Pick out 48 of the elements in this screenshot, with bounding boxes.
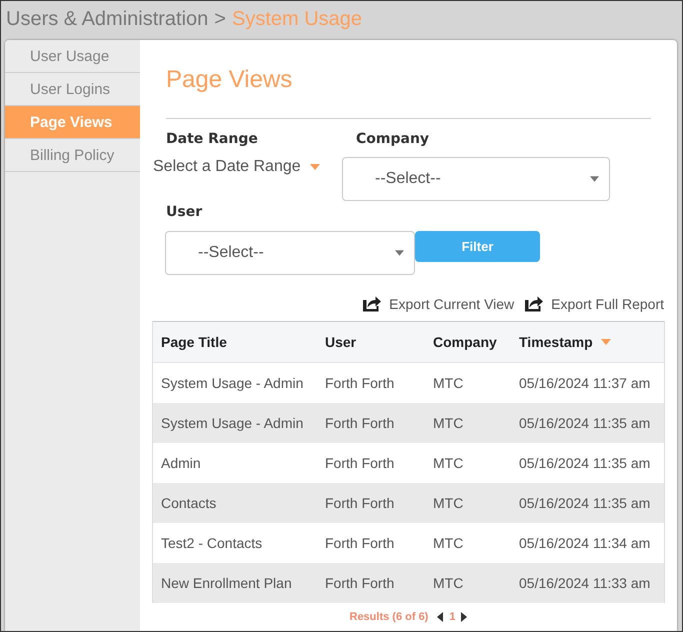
- page-heading: Page Views: [166, 65, 294, 95]
- table-cell-text: Forth Forth: [324, 495, 394, 511]
- table-cell-text: 05/16/2024 11:37 am: [518, 375, 650, 391]
- table-cell-text: New Enrollment Plan: [160, 575, 292, 591]
- column-header[interactable]: Page Title: [153, 334, 227, 350]
- table-cell-text: Forth Forth: [324, 575, 394, 591]
- column-header[interactable]: User: [317, 334, 356, 350]
- table-cell-text: Test2 - Contacts: [160, 535, 262, 551]
- column-header[interactable]: Company: [425, 334, 497, 350]
- table-cell-text: MTC: [432, 375, 464, 391]
- caret-icon: [395, 250, 404, 256]
- export-link[interactable]: Export Full Report: [525, 296, 664, 312]
- breadcrumb-separator: >: [214, 6, 226, 30]
- table-cell-text: 05/16/2024 11:35 am: [518, 415, 650, 431]
- table-cell-text: System Usage - Admin: [160, 415, 304, 431]
- table-cell-text: Contacts: [160, 495, 216, 511]
- table-cell-text: MTC: [432, 535, 464, 551]
- user-select[interactable]: --Select--: [165, 231, 415, 275]
- column-header[interactable]: Timestamp: [511, 334, 611, 350]
- table-cell-text: Forth Forth: [324, 375, 394, 391]
- sort-caret-icon: [600, 339, 611, 345]
- table-cell-text: MTC: [432, 455, 464, 471]
- table-cell-text: MTC: [432, 495, 464, 511]
- previous-page-icon[interactable]: [437, 612, 444, 622]
- table-cell-text: System Usage - Admin: [160, 375, 304, 391]
- next-page-icon[interactable]: [461, 612, 468, 622]
- filter-label: User: [166, 203, 204, 221]
- export-icon: [525, 296, 544, 312]
- table-cell-text: Forth Forth: [324, 535, 394, 551]
- breadcrumb-current: System Usage: [232, 6, 362, 30]
- table-cell-text: MTC: [432, 575, 464, 591]
- table-cell-text: 05/16/2024 11:35 am: [518, 455, 650, 471]
- caret-icon: [590, 176, 599, 182]
- table-cell-text: 05/16/2024 11:34 am: [518, 535, 650, 551]
- table-cell-text: Forth Forth: [324, 455, 394, 471]
- table-cell-text: MTC: [432, 415, 464, 431]
- company-select[interactable]: --Select--: [342, 157, 610, 201]
- date-range-dropdown[interactable]: Select a Date Range: [153, 157, 320, 177]
- export-icon: [363, 296, 382, 312]
- filter-label: Company: [356, 130, 430, 148]
- export-link[interactable]: Export Current View: [363, 296, 514, 312]
- table-cell-text: Forth Forth: [324, 415, 394, 431]
- results-count: Results (6 of 6): [350, 611, 428, 623]
- caret-icon: [310, 164, 320, 170]
- table-cell-text: Admin: [160, 455, 201, 471]
- table-cell-text: 05/16/2024 11:35 am: [518, 495, 650, 511]
- table-cell-text: 05/16/2024 11:33 am: [518, 575, 650, 591]
- filter-label: Date Range: [166, 130, 259, 148]
